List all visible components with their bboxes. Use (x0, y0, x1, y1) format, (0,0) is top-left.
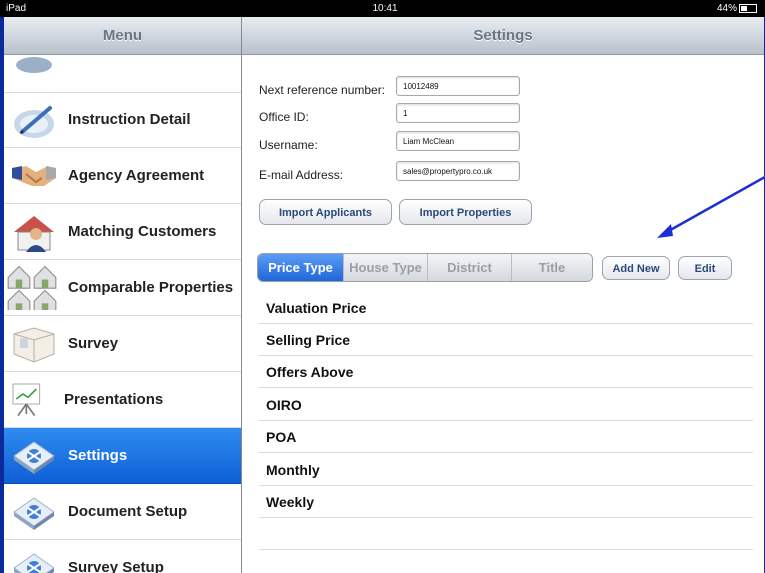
survey-setup-icon (13, 553, 55, 573)
office-id-field[interactable]: 1 (396, 103, 520, 123)
list-item[interactable]: Valuation Price (259, 292, 753, 324)
house-person-icon (14, 216, 54, 252)
battery-icon (739, 3, 757, 13)
edit-button[interactable]: Edit (678, 256, 732, 280)
sidebar-item-label: Instruction Detail (68, 111, 191, 128)
clock: 10:41 (372, 3, 398, 14)
list-item[interactable]: Monthly (259, 454, 753, 486)
settings-title: Settings (473, 27, 533, 44)
email-field[interactable]: sales@propertypro.co.uk (396, 161, 520, 181)
sidebar-item-label: Agency Agreement (68, 167, 205, 184)
battery-percent: 44% (716, 3, 737, 14)
list-item[interactable]: OIRO (259, 389, 753, 421)
sidebar-item-survey-setup[interactable]: Survey Setup (4, 540, 241, 573)
sidebar-item-label: Comparable Properties (68, 279, 234, 296)
room-icon (13, 327, 55, 363)
sidebar-item-label: Survey (68, 335, 119, 352)
sidebar-item-agency-agreement[interactable]: Agency Agreement (4, 148, 241, 204)
sidebar-item-comparable-properties[interactable]: Comparable Properties (4, 260, 241, 316)
sidebar-item-partial[interactable] (4, 55, 241, 93)
settings-navbar: Settings (242, 17, 764, 55)
handshake-icon (12, 166, 56, 186)
next-reference-label: Next reference number: (259, 83, 386, 97)
import-applicants-button[interactable]: Import Applicants (259, 199, 392, 225)
sidebar-item-matching-customers[interactable]: Matching Customers (4, 204, 241, 260)
pen-document-icon (16, 57, 52, 73)
username-label: Username: (259, 138, 318, 152)
sidebar-item-instruction-detail[interactable]: Instruction Detail (4, 92, 241, 148)
sidebar-item-survey[interactable]: Survey (4, 316, 241, 372)
sidebar-item-label: Settings (68, 447, 128, 464)
sidebar-item-label: Survey Setup (68, 559, 164, 573)
office-id-label: Office ID: (259, 110, 309, 124)
document-setup-icon (13, 497, 55, 530)
sidebar[interactable]: Instruction Detail Agency Agreement Matc… (4, 55, 241, 573)
list-item-empty (259, 551, 753, 573)
carrier-label: iPad (6, 3, 27, 14)
sidebar-item-label: Matching Customers (68, 223, 217, 240)
list-item[interactable]: Offers Above (259, 356, 753, 388)
sidebar-item-label: Presentations (64, 391, 164, 408)
sidebar-item-document-setup[interactable]: Document Setup (4, 484, 241, 540)
settings-icon (13, 441, 55, 474)
next-reference-field[interactable]: 10012489 (396, 76, 520, 96)
sidebar-item-settings[interactable]: Settings (4, 428, 241, 484)
email-label: E-mail Address: (259, 168, 344, 182)
list-item[interactable]: Weekly (259, 486, 753, 518)
sidebar-item-presentations[interactable]: Presentations (4, 372, 241, 428)
tab-title[interactable]: Title (512, 254, 592, 281)
status-bar: iPad 10:41 44% (0, 0, 765, 17)
menu-title: Menu (102, 27, 143, 44)
list-item[interactable]: POA (259, 421, 753, 453)
list-item[interactable]: Selling Price (259, 324, 753, 356)
tab-district[interactable]: District (428, 254, 512, 281)
category-segmented-control: Price Type House Type District Title (257, 253, 593, 282)
battery-indicator: 44% (717, 3, 757, 14)
houses-icon (7, 265, 57, 310)
tab-house-type[interactable]: House Type (344, 254, 428, 281)
settings-panel: Next reference number: 10012489 Office I… (242, 55, 764, 573)
menu-navbar: Menu (4, 17, 241, 55)
tab-price-type[interactable]: Price Type (258, 254, 344, 281)
list-item-empty (259, 518, 753, 550)
easel-icon (12, 383, 41, 417)
username-field[interactable]: Liam McClean (396, 131, 520, 151)
pen-document-icon (14, 106, 54, 138)
import-properties-button[interactable]: Import Properties (399, 199, 532, 225)
sidebar-item-label: Document Setup (68, 503, 188, 520)
app-frame: Menu Settings Instruction Detail Agency … (4, 17, 764, 573)
add-new-button[interactable]: Add New (602, 256, 670, 280)
